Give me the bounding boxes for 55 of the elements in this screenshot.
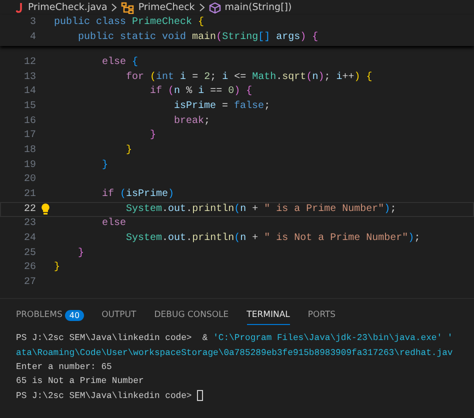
code-line: } [125,144,132,156]
terminal-cursor [197,390,204,402]
line-number: 20 [22,174,36,186]
chevron-right-icon [111,3,118,12]
code-line: for (int i = 2; i <= Math.sqrt(n); i++) { [125,72,372,83]
line-number: 27 [22,277,36,288]
line-number: 21 [22,189,36,200]
code-line: } [149,130,156,142]
code-line: else { [101,56,138,68]
panel-tab[interactable]: PORTS [308,307,336,325]
terminal-line: 65 is Not a Prime Number [16,376,144,386]
code-line: } [77,248,84,259]
java-file-icon [16,2,24,13]
line-number: 13 [22,72,36,83]
line-number: 15 [22,100,36,112]
line-number: 26 [22,262,36,274]
terminal-line: PS J:\2sc SEM\Java\linkedin code> [16,390,193,401]
line-number: 4 [28,32,36,43]
breadcrumb-item[interactable]: main(String[]) [224,2,292,13]
chevron-right-icon [198,3,205,12]
cube-icon [208,2,221,14]
class-icon [121,2,134,14]
terminal-line: ata\Roaming\Code\User\workspaceStorage\0a785289eb3fe915b8983909fa317263\redhat.jav [16,348,453,358]
code-line: isPrime = false; [173,100,270,112]
code-line: public class PrimeCheck { [54,17,204,28]
line-number: 19 [22,160,36,171]
line-number: 16 [22,116,36,127]
panel-tab[interactable]: PROBLEMS 40 [16,306,84,326]
lightbulb-icon [40,203,50,216]
code-line: public static void main(String[] args) { [77,32,318,43]
line-number: 18 [22,144,36,156]
code-line: } [54,262,60,274]
breadcrumb-item[interactable]: PrimeCheck.java [28,2,108,13]
line-number: 12 [22,56,36,68]
code-line: if (isPrime) [101,189,174,200]
line-number: 24 [22,233,36,244]
line-number: 23 [22,218,36,230]
code-line: if (n % i == 0) { [149,86,252,98]
line-number: 3 [28,17,36,28]
panel-tab[interactable]: DEBUG CONSOLE [154,307,229,325]
code-line: break; [173,116,210,127]
line-number: 14 [22,86,36,98]
terminal-line: Enter a number: 65 [16,362,112,372]
line-number: 22 [22,204,36,215]
terminal-line: PS J:\2sc SEM\Java\linkedin code> & 'C:\Program Files\Java\jdk-23\bin\java.exe' ' [16,333,453,344]
code-line: System.out.println(n + " is a Prime Number"); [125,204,396,215]
line-number: 25 [22,248,36,259]
panel-tab[interactable]: OUTPUT [102,307,136,325]
code-line: else [101,218,126,230]
count-badge: 40 [65,310,84,320]
line-number: 17 [22,130,36,142]
code-line: } [101,160,108,171]
panel-tab[interactable]: TERMINAL [246,307,290,325]
code-line: System.out.println(n + " is Not a Prime Number"); [125,233,420,244]
breadcrumb-item[interactable]: PrimeCheck [138,2,195,13]
